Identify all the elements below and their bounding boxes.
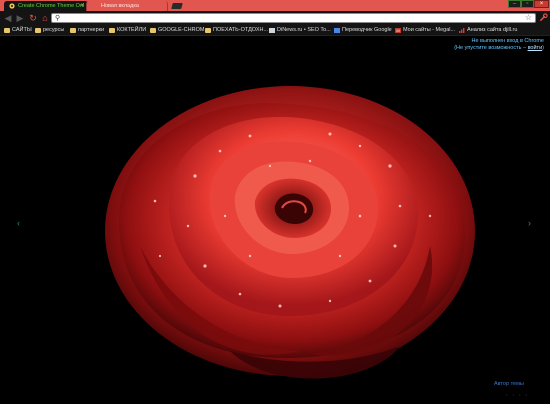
previous-page-arrow-icon[interactable]: ‹ bbox=[17, 218, 20, 228]
tab-close-icon[interactable]: × bbox=[80, 1, 84, 11]
new-tab-button[interactable] bbox=[171, 3, 183, 9]
bookmarks-bar: САЙТЫ ресурсы партнерки КОКТЕЙЛИ GOOGLE-… bbox=[0, 25, 550, 36]
bookmark-label: Переводчик Google bbox=[342, 27, 392, 33]
bookmark-label: КОКТЕЙЛИ bbox=[117, 27, 147, 33]
bookmark-label: Мои сайты - Megal... bbox=[403, 27, 456, 33]
bookmark-label: Анализ сайта djill.ru bbox=[467, 27, 518, 33]
signin-prompt-suffix: ) bbox=[542, 45, 544, 51]
bookmark-label: DiNews.ru • SEO To... bbox=[277, 27, 331, 33]
home-icon[interactable]: ⌂ bbox=[40, 13, 50, 23]
bookmark-folder-resources[interactable]: ресурсы bbox=[35, 26, 64, 35]
folder-icon bbox=[4, 28, 10, 33]
signin-prompt: (Не упустите возможность – войти) bbox=[454, 45, 544, 52]
signin-notice: Не выполнен вход в Chrome (Не упустите в… bbox=[454, 38, 544, 52]
page-icon bbox=[269, 28, 275, 33]
folder-icon bbox=[35, 28, 41, 33]
next-page-arrow-icon[interactable]: › bbox=[528, 218, 531, 228]
browser-toolbar: ◀ ▶ ↻ ⌂ ⚲ ☆ bbox=[0, 11, 550, 25]
bookmark-label: GOOGLE-CHROM bbox=[158, 27, 205, 33]
tab-label: Новая вкладка bbox=[101, 3, 139, 9]
folder-icon bbox=[205, 28, 211, 33]
tab-create-chrome-theme[interactable]: Create Chrome Theme Onl × bbox=[4, 1, 88, 11]
bookmark-folder-sites[interactable]: САЙТЫ bbox=[4, 26, 32, 35]
tab-label: Create Chrome Theme Onl bbox=[18, 3, 85, 9]
minimize-button[interactable]: – bbox=[508, 0, 521, 8]
bookmark-label: ресурсы bbox=[43, 27, 65, 33]
theme-favicon-icon bbox=[9, 3, 15, 9]
address-bar[interactable]: ⚲ ☆ bbox=[51, 13, 536, 23]
bookmark-dinews[interactable]: DiNews.ru • SEO To... bbox=[269, 26, 331, 35]
bookmark-label: партнерки bbox=[78, 27, 105, 33]
bookmark-folder-vacation[interactable]: ПОЕХАТЬ-ОТДОХН... bbox=[205, 26, 268, 35]
bookmark-label: САЙТЫ bbox=[12, 27, 32, 33]
wrench-menu-icon[interactable] bbox=[538, 13, 548, 23]
tab-new-tab[interactable]: Новая вкладка bbox=[86, 1, 168, 11]
browser-window: Create Chrome Theme Onl × Новая вкладка … bbox=[0, 0, 550, 404]
reload-icon[interactable]: ↻ bbox=[28, 13, 38, 23]
bookmark-folder-partners[interactable]: партнерки bbox=[70, 26, 104, 35]
new-tab-page: Не выполнен вход в Chrome (Не упустите в… bbox=[0, 36, 550, 404]
folder-icon bbox=[70, 28, 76, 33]
bar-chart-icon bbox=[459, 28, 465, 33]
bookmark-label: ПОЕХАТЬ-ОТДОХН... bbox=[213, 27, 269, 33]
page-switcher-dots[interactable]: • • • • bbox=[506, 392, 529, 397]
title-bar: Create Chrome Theme Onl × Новая вкладка … bbox=[0, 0, 550, 11]
theme-author-link[interactable]: Автор темы bbox=[494, 381, 524, 387]
folder-icon bbox=[150, 28, 156, 33]
bookmark-folder-cocktails[interactable]: КОКТЕЙЛИ bbox=[109, 26, 146, 35]
folder-icon bbox=[109, 28, 115, 33]
bookmark-folder-google-chrome[interactable]: GOOGLE-CHROM bbox=[150, 26, 204, 35]
wrench-icon bbox=[539, 13, 548, 21]
back-arrow-icon[interactable]: ◀ bbox=[3, 13, 13, 23]
maximize-button[interactable]: ▫ bbox=[521, 0, 534, 8]
bookmark-my-sites[interactable]: M Мои сайты - Megal... bbox=[395, 26, 455, 35]
bookmark-google-translate[interactable]: Переводчик Google bbox=[334, 26, 392, 35]
signin-status-text: Не выполнен вход в Chrome bbox=[471, 38, 544, 44]
bookmark-star-icon[interactable]: ☆ bbox=[525, 14, 532, 22]
rose-background-image bbox=[105, 86, 475, 379]
signin-link[interactable]: войти bbox=[528, 45, 543, 51]
search-icon: ⚲ bbox=[55, 15, 61, 22]
forward-arrow-icon[interactable]: ▶ bbox=[15, 13, 25, 23]
signin-prompt-prefix: (Не упустите возможность – bbox=[454, 45, 528, 51]
translate-icon bbox=[334, 28, 340, 33]
bookmark-site-analysis[interactable]: Анализ сайта djill.ru bbox=[459, 26, 517, 35]
mail-icon: M bbox=[395, 28, 401, 33]
close-window-button[interactable]: × bbox=[534, 0, 549, 8]
